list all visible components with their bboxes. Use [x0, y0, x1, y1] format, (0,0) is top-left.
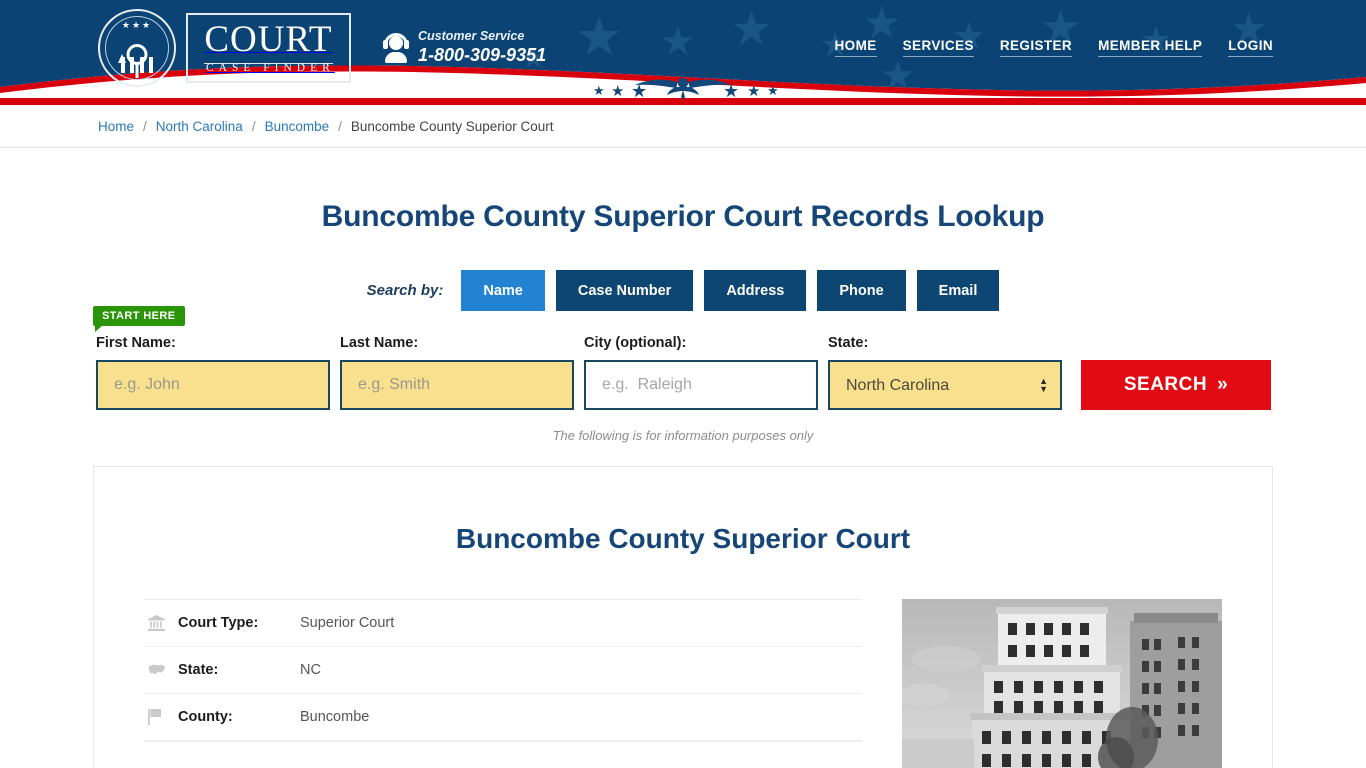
tab-case-number[interactable]: Case Number [555, 270, 694, 311]
city-field-group: City (optional): [584, 335, 818, 410]
search-form: START HERE First Name: Last Name: City (… [93, 306, 1273, 410]
city-label: City (optional): [584, 335, 687, 351]
detail-key: State: [178, 662, 219, 678]
city-input[interactable] [584, 360, 818, 410]
first-name-label: First Name: [96, 335, 176, 351]
logo-primary-text: COURT [204, 19, 333, 64]
table-row-bottom-rule [144, 740, 862, 742]
detail-value: Buncombe [300, 709, 370, 725]
nav-item-register[interactable]: REGISTER [999, 38, 1073, 57]
tab-email[interactable]: Email [916, 270, 1000, 311]
tab-address[interactable]: Address [704, 270, 807, 311]
courthouse-building-photo [902, 599, 1222, 768]
flag-icon [144, 709, 178, 725]
search-button-label: SEARCH [1123, 374, 1208, 395]
breadcrumb-item-state[interactable]: North Carolina [156, 119, 243, 134]
table-row: Court Type: Superior Court [144, 599, 862, 646]
tab-name[interactable]: Name [461, 270, 545, 311]
detail-key: County: [178, 709, 233, 725]
breadcrumb-item-county[interactable]: Buncombe [265, 119, 330, 134]
bank-icon [144, 614, 178, 632]
state-label: State: [828, 335, 869, 351]
table-row: State: NC [144, 646, 862, 693]
customer-service-label: Customer Service [418, 29, 525, 43]
breadcrumb-separator: / [143, 119, 147, 134]
site-header: ★ ★ ★ ★ ★ ★ ★ ★ ★ ★ ★ ★★★ COURT CASE FIN… [0, 0, 1366, 105]
nav-item-login[interactable]: LOGIN [1228, 38, 1273, 57]
search-by-label: Search by: [366, 282, 444, 299]
search-by-tabs: Search by: Name Case Number Address Phon… [93, 270, 1273, 311]
site-logo[interactable]: ★★★ COURT CASE FINDER [98, 8, 351, 88]
main-navigation: HOME SERVICES REGISTER MEMBER HELP LOGIN [834, 38, 1273, 57]
first-name-field-group: First Name: [96, 335, 330, 410]
state-field-group: State: North Carolina ▲ ▼ [828, 335, 1062, 410]
us-map-icon [144, 663, 178, 677]
nav-item-services[interactable]: SERVICES [902, 38, 974, 57]
court-name-heading: Buncombe County Superior Court [455, 523, 911, 554]
detail-value: NC [300, 662, 321, 678]
first-name-input[interactable] [96, 360, 330, 410]
tab-phone[interactable]: Phone [817, 270, 906, 311]
court-seal-icon: ★★★ [98, 9, 176, 87]
breadcrumb-bar: Home / North Carolina / Buncombe / Bunco… [0, 105, 1366, 148]
logo-secondary-text: CASE FINDER [206, 62, 335, 74]
detail-key: Court Type: [178, 615, 259, 631]
detail-value: Superior Court [300, 615, 395, 631]
headset-agent-icon [383, 33, 409, 64]
last-name-label: Last Name: [340, 335, 419, 351]
page-title: Buncombe County Superior Court Records L… [321, 200, 1045, 233]
court-info-card: Buncombe County Superior Court Court Typ… [93, 466, 1273, 768]
breadcrumb-separator: / [338, 119, 342, 134]
court-detail-table: Court Type: Superior Court State: NC Cou… [144, 599, 862, 768]
nav-item-member-help[interactable]: MEMBER HELP [1098, 38, 1203, 57]
nav-item-home[interactable]: HOME [834, 38, 877, 57]
last-name-input[interactable] [340, 360, 574, 410]
double-chevron-right-icon: » [1217, 374, 1229, 395]
breadcrumb: Home / North Carolina / Buncombe / Bunco… [93, 105, 1273, 148]
breadcrumb-separator: / [251, 119, 256, 134]
start-here-badge: START HERE [93, 306, 186, 332]
customer-service-phone[interactable]: 1-800-309-9351 [418, 45, 546, 67]
state-select[interactable]: North Carolina [828, 360, 1062, 410]
page-content: Buncombe County Superior Court Records L… [93, 200, 1273, 768]
table-row: County: Buncombe [144, 693, 862, 740]
breadcrumb-item-home[interactable]: Home [98, 119, 134, 134]
breadcrumb-item-current: Buncombe County Superior Court [350, 119, 554, 134]
search-button[interactable]: SEARCH » [1081, 360, 1271, 410]
last-name-field-group: Last Name: [340, 335, 574, 410]
disclaimer-text: The following is for information purpose… [552, 428, 814, 443]
customer-service-block: Customer Service 1-800-309-9351 [383, 29, 546, 67]
